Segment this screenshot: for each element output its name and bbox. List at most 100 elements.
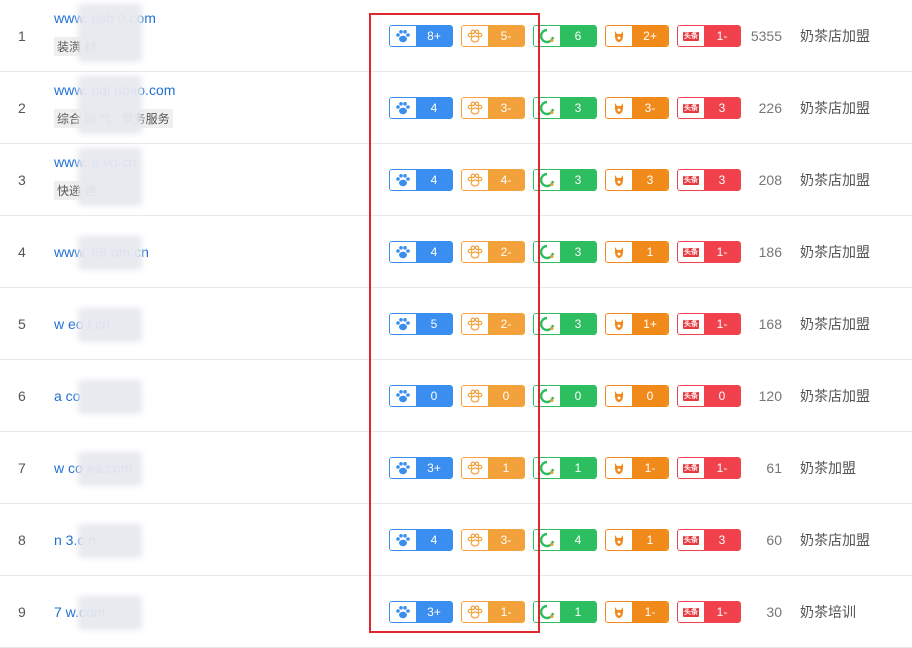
toutiao-rank-badge[interactable]: 头条 1- [677, 457, 741, 479]
toutiao-rank-badge[interactable]: 头条 1- [677, 601, 741, 623]
shenma-rank-badge[interactable]: 1 [605, 241, 669, 263]
toutiao-icon-label: 头条 [683, 319, 699, 329]
shenma-rank-badge-value: 1+ [632, 314, 668, 334]
top-keyword[interactable]: 奶茶店加盟 [800, 504, 870, 576]
rank-number: 3 [18, 172, 26, 188]
shenma-rank-badge-value: 1 [632, 530, 668, 550]
top-keyword[interactable]: 奶茶店加盟 [800, 216, 870, 288]
toutiao-rank-badge[interactable]: 头条 3 [677, 97, 741, 119]
sogou-rank-badge-value: 3 [560, 170, 596, 190]
sogou-rank-badge-value: 6 [560, 26, 596, 46]
rank-number: 1 [18, 28, 26, 44]
keyword-count: 61 [766, 460, 782, 476]
toutiao-rank-badge[interactable]: 头条 1- [677, 313, 741, 335]
shenma-icon [606, 314, 632, 334]
shenma-icon [606, 458, 632, 478]
toutiao-icon-label: 头条 [683, 463, 699, 473]
top-keyword[interactable]: 奶茶店加盟 [800, 360, 870, 432]
toutiao-rank-badge-value: 1- [704, 242, 740, 262]
toutiao-icon-label: 头条 [683, 175, 699, 185]
sogou-rank-badge[interactable]: 4 [533, 529, 597, 551]
shenma-rank-badge[interactable]: 1 [605, 529, 669, 551]
sogou-rank-badge-value: 3 [560, 242, 596, 262]
toutiao-rank-badge-value: 1- [704, 314, 740, 334]
toutiao-rank-badge-value: 1- [704, 458, 740, 478]
sogou-rank-badge-value: 3 [560, 314, 596, 334]
privacy-blur [78, 148, 142, 206]
highlight-box [369, 13, 540, 633]
top-keyword[interactable]: 奶茶店加盟 [800, 72, 870, 144]
toutiao-rank-badge[interactable]: 头条 0 [677, 385, 741, 407]
toutiao-icon-label: 头条 [683, 607, 699, 617]
shenma-rank-badge[interactable]: 0 [605, 385, 669, 407]
sogou-rank-badge[interactable]: 3 [533, 313, 597, 335]
shenma-rank-badge-value: 1 [632, 242, 668, 262]
privacy-blur [78, 452, 142, 486]
shenma-icon [606, 530, 632, 550]
toutiao-icon: 头条 [678, 386, 704, 406]
privacy-blur [78, 308, 142, 342]
privacy-blur [78, 76, 142, 134]
top-keyword[interactable]: 奶茶店加盟 [800, 0, 870, 72]
toutiao-rank-badge-value: 3 [704, 98, 740, 118]
toutiao-icon: 头条 [678, 602, 704, 622]
toutiao-rank-badge-value: 3 [704, 530, 740, 550]
sogou-rank-badge[interactable]: 3 [533, 97, 597, 119]
sogou-rank-badge-value: 4 [560, 530, 596, 550]
keyword-count: 168 [758, 316, 782, 332]
sogou-rank-badge[interactable]: 1 [533, 457, 597, 479]
rank-number: 9 [18, 604, 26, 620]
toutiao-rank-badge-value: 0 [704, 386, 740, 406]
shenma-rank-badge[interactable]: 3- [605, 97, 669, 119]
toutiao-rank-badge[interactable]: 头条 1- [677, 241, 741, 263]
toutiao-rank-badge[interactable]: 头条 3 [677, 529, 741, 551]
shenma-rank-badge-value: 2+ [632, 26, 668, 46]
shenma-icon [606, 170, 632, 190]
privacy-blur [78, 524, 142, 558]
toutiao-rank-badge-value: 1- [704, 602, 740, 622]
keyword-count: 226 [758, 100, 782, 116]
sogou-rank-badge[interactable]: 3 [533, 169, 597, 191]
rank-number: 8 [18, 532, 26, 548]
shenma-rank-badge[interactable]: 2+ [605, 25, 669, 47]
toutiao-icon: 头条 [678, 170, 704, 190]
toutiao-rank-badge-value: 1- [704, 26, 740, 46]
shenma-rank-badge[interactable]: 1- [605, 457, 669, 479]
toutiao-rank-badge[interactable]: 头条 1- [677, 25, 741, 47]
shenma-rank-badge-value: 1- [632, 458, 668, 478]
shenma-rank-badge[interactable]: 3 [605, 169, 669, 191]
keyword-count: 5355 [750, 28, 782, 44]
toutiao-icon: 头条 [678, 530, 704, 550]
shenma-icon [606, 98, 632, 118]
shenma-rank-badge-value: 0 [632, 386, 668, 406]
sogou-rank-badge-value: 1 [560, 602, 596, 622]
top-keyword[interactable]: 奶茶加盟 [800, 432, 856, 504]
sogou-rank-badge[interactable]: 1 [533, 601, 597, 623]
keyword-count: 186 [758, 244, 782, 260]
sogou-rank-badge-value: 3 [560, 98, 596, 118]
toutiao-icon: 头条 [678, 26, 704, 46]
top-keyword[interactable]: 奶茶店加盟 [800, 288, 870, 360]
top-keyword[interactable]: 奶茶店加盟 [800, 144, 870, 216]
toutiao-icon-label: 头条 [683, 535, 699, 545]
sogou-rank-badge[interactable]: 3 [533, 241, 597, 263]
toutiao-icon: 头条 [678, 458, 704, 478]
shenma-rank-badge[interactable]: 1- [605, 601, 669, 623]
sogou-rank-badge[interactable]: 0 [533, 385, 597, 407]
sogou-rank-badge-value: 0 [560, 386, 596, 406]
site-domain-link[interactable]: a co [54, 360, 80, 432]
top-keyword[interactable]: 奶茶培训 [800, 576, 856, 648]
toutiao-icon: 头条 [678, 242, 704, 262]
shenma-rank-badge-value: 3 [632, 170, 668, 190]
shenma-rank-badge-value: 1- [632, 602, 668, 622]
shenma-rank-badge-value: 3- [632, 98, 668, 118]
sogou-rank-badge[interactable]: 6 [533, 25, 597, 47]
keyword-count: 60 [766, 532, 782, 548]
toutiao-rank-badge[interactable]: 头条 3 [677, 169, 741, 191]
rank-number: 5 [18, 316, 26, 332]
shenma-rank-badge[interactable]: 1+ [605, 313, 669, 335]
sogou-rank-badge-value: 1 [560, 458, 596, 478]
shenma-icon [606, 602, 632, 622]
privacy-blur [78, 380, 142, 414]
privacy-blur [78, 4, 142, 62]
